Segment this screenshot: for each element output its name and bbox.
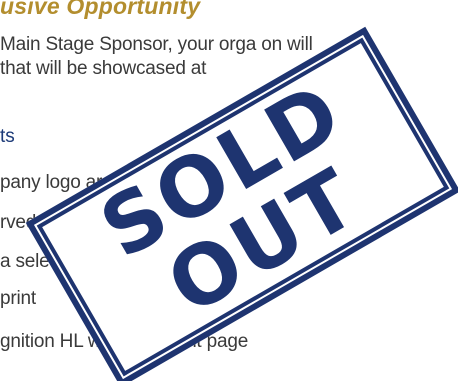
benefit-item: print xyxy=(0,288,36,309)
opportunity-heading: usive Opportunity xyxy=(0,0,201,19)
sponsorship-page: usive Opportunity Main Stage Sponsor, yo… xyxy=(0,0,458,381)
stamp-label: SOLD OUT xyxy=(85,64,375,334)
intro-line: Main Stage Sponsor, your orga on will xyxy=(0,34,313,55)
benefits-heading: ts xyxy=(0,126,15,147)
intro-line: that will be showcased at xyxy=(0,58,207,79)
